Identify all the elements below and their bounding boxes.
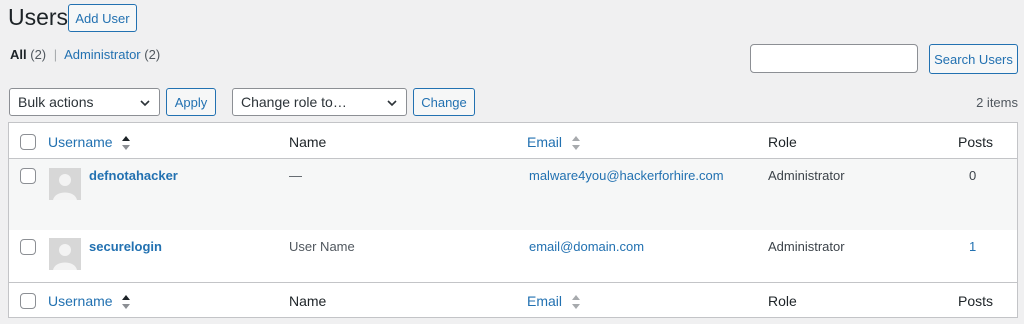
bulk-actions-select[interactable]: Bulk actions — [9, 88, 160, 116]
row-role: Administrator — [768, 239, 845, 254]
row-email[interactable]: malware4you@hackerforhire.com — [529, 168, 724, 183]
table-row: defnotahacker — malware4you@hackerforhir… — [9, 159, 1017, 230]
chevron-down-icon — [387, 100, 397, 107]
change-role-value: Change role to… — [241, 94, 347, 110]
column-name-footer: Name — [289, 293, 327, 309]
change-role-select[interactable]: Change role to… — [232, 88, 407, 116]
avatar-placeholder-icon — [49, 168, 81, 200]
filter-administrator-count: (2) — [144, 47, 161, 62]
filter-administrator[interactable]: Administrator — [64, 47, 141, 62]
column-posts-footer: Posts — [958, 293, 994, 309]
filter-links: All (2) | Administrator (2) — [10, 47, 160, 62]
row-posts[interactable]: 1 — [969, 239, 976, 254]
column-role: Role — [768, 134, 797, 150]
add-user-button[interactable]: Add User — [68, 4, 137, 32]
search-input[interactable] — [750, 44, 918, 73]
item-count: 2 items — [976, 95, 1018, 110]
chevron-down-icon — [140, 100, 150, 107]
footer-divider — [9, 282, 1017, 283]
row-role: Administrator — [768, 168, 845, 183]
row-name: — — [289, 168, 302, 183]
column-name: Name — [289, 134, 327, 150]
column-username[interactable]: Username — [48, 134, 131, 151]
avatar-placeholder-icon — [49, 238, 81, 270]
search-users-button[interactable]: Search Users — [929, 44, 1018, 74]
column-role-footer: Role — [768, 293, 797, 309]
select-all-checkbox-footer[interactable] — [20, 293, 36, 309]
table-row: securelogin User Name email@domain.com A… — [9, 230, 1017, 282]
filter-all-count: (2) — [30, 47, 47, 62]
filter-all[interactable]: All — [10, 47, 27, 62]
column-email-footer[interactable]: Email — [527, 293, 580, 310]
row-name: User Name — [289, 239, 355, 254]
change-role-button[interactable]: Change — [413, 88, 475, 116]
sort-arrows-icon — [122, 136, 131, 151]
row-checkbox[interactable] — [20, 168, 36, 184]
page-title: Users — [8, 4, 69, 30]
sort-arrows-icon — [571, 136, 580, 151]
sort-arrows-icon — [122, 295, 131, 310]
select-all-checkbox[interactable] — [20, 134, 36, 150]
bulk-actions-value: Bulk actions — [18, 94, 94, 110]
row-username[interactable]: securelogin — [89, 239, 162, 254]
users-table: Username Name Email Role Posts defnotaha… — [8, 122, 1018, 318]
column-posts: Posts — [958, 134, 994, 150]
row-checkbox[interactable] — [20, 239, 36, 255]
row-username[interactable]: defnotahacker — [89, 168, 178, 183]
sort-arrows-icon — [571, 295, 580, 310]
apply-button[interactable]: Apply — [166, 88, 216, 116]
column-username-footer[interactable]: Username — [48, 293, 131, 310]
column-email[interactable]: Email — [527, 134, 580, 151]
filter-separator: | — [53, 47, 58, 62]
row-email[interactable]: email@domain.com — [529, 239, 644, 254]
row-posts: 0 — [969, 168, 977, 183]
